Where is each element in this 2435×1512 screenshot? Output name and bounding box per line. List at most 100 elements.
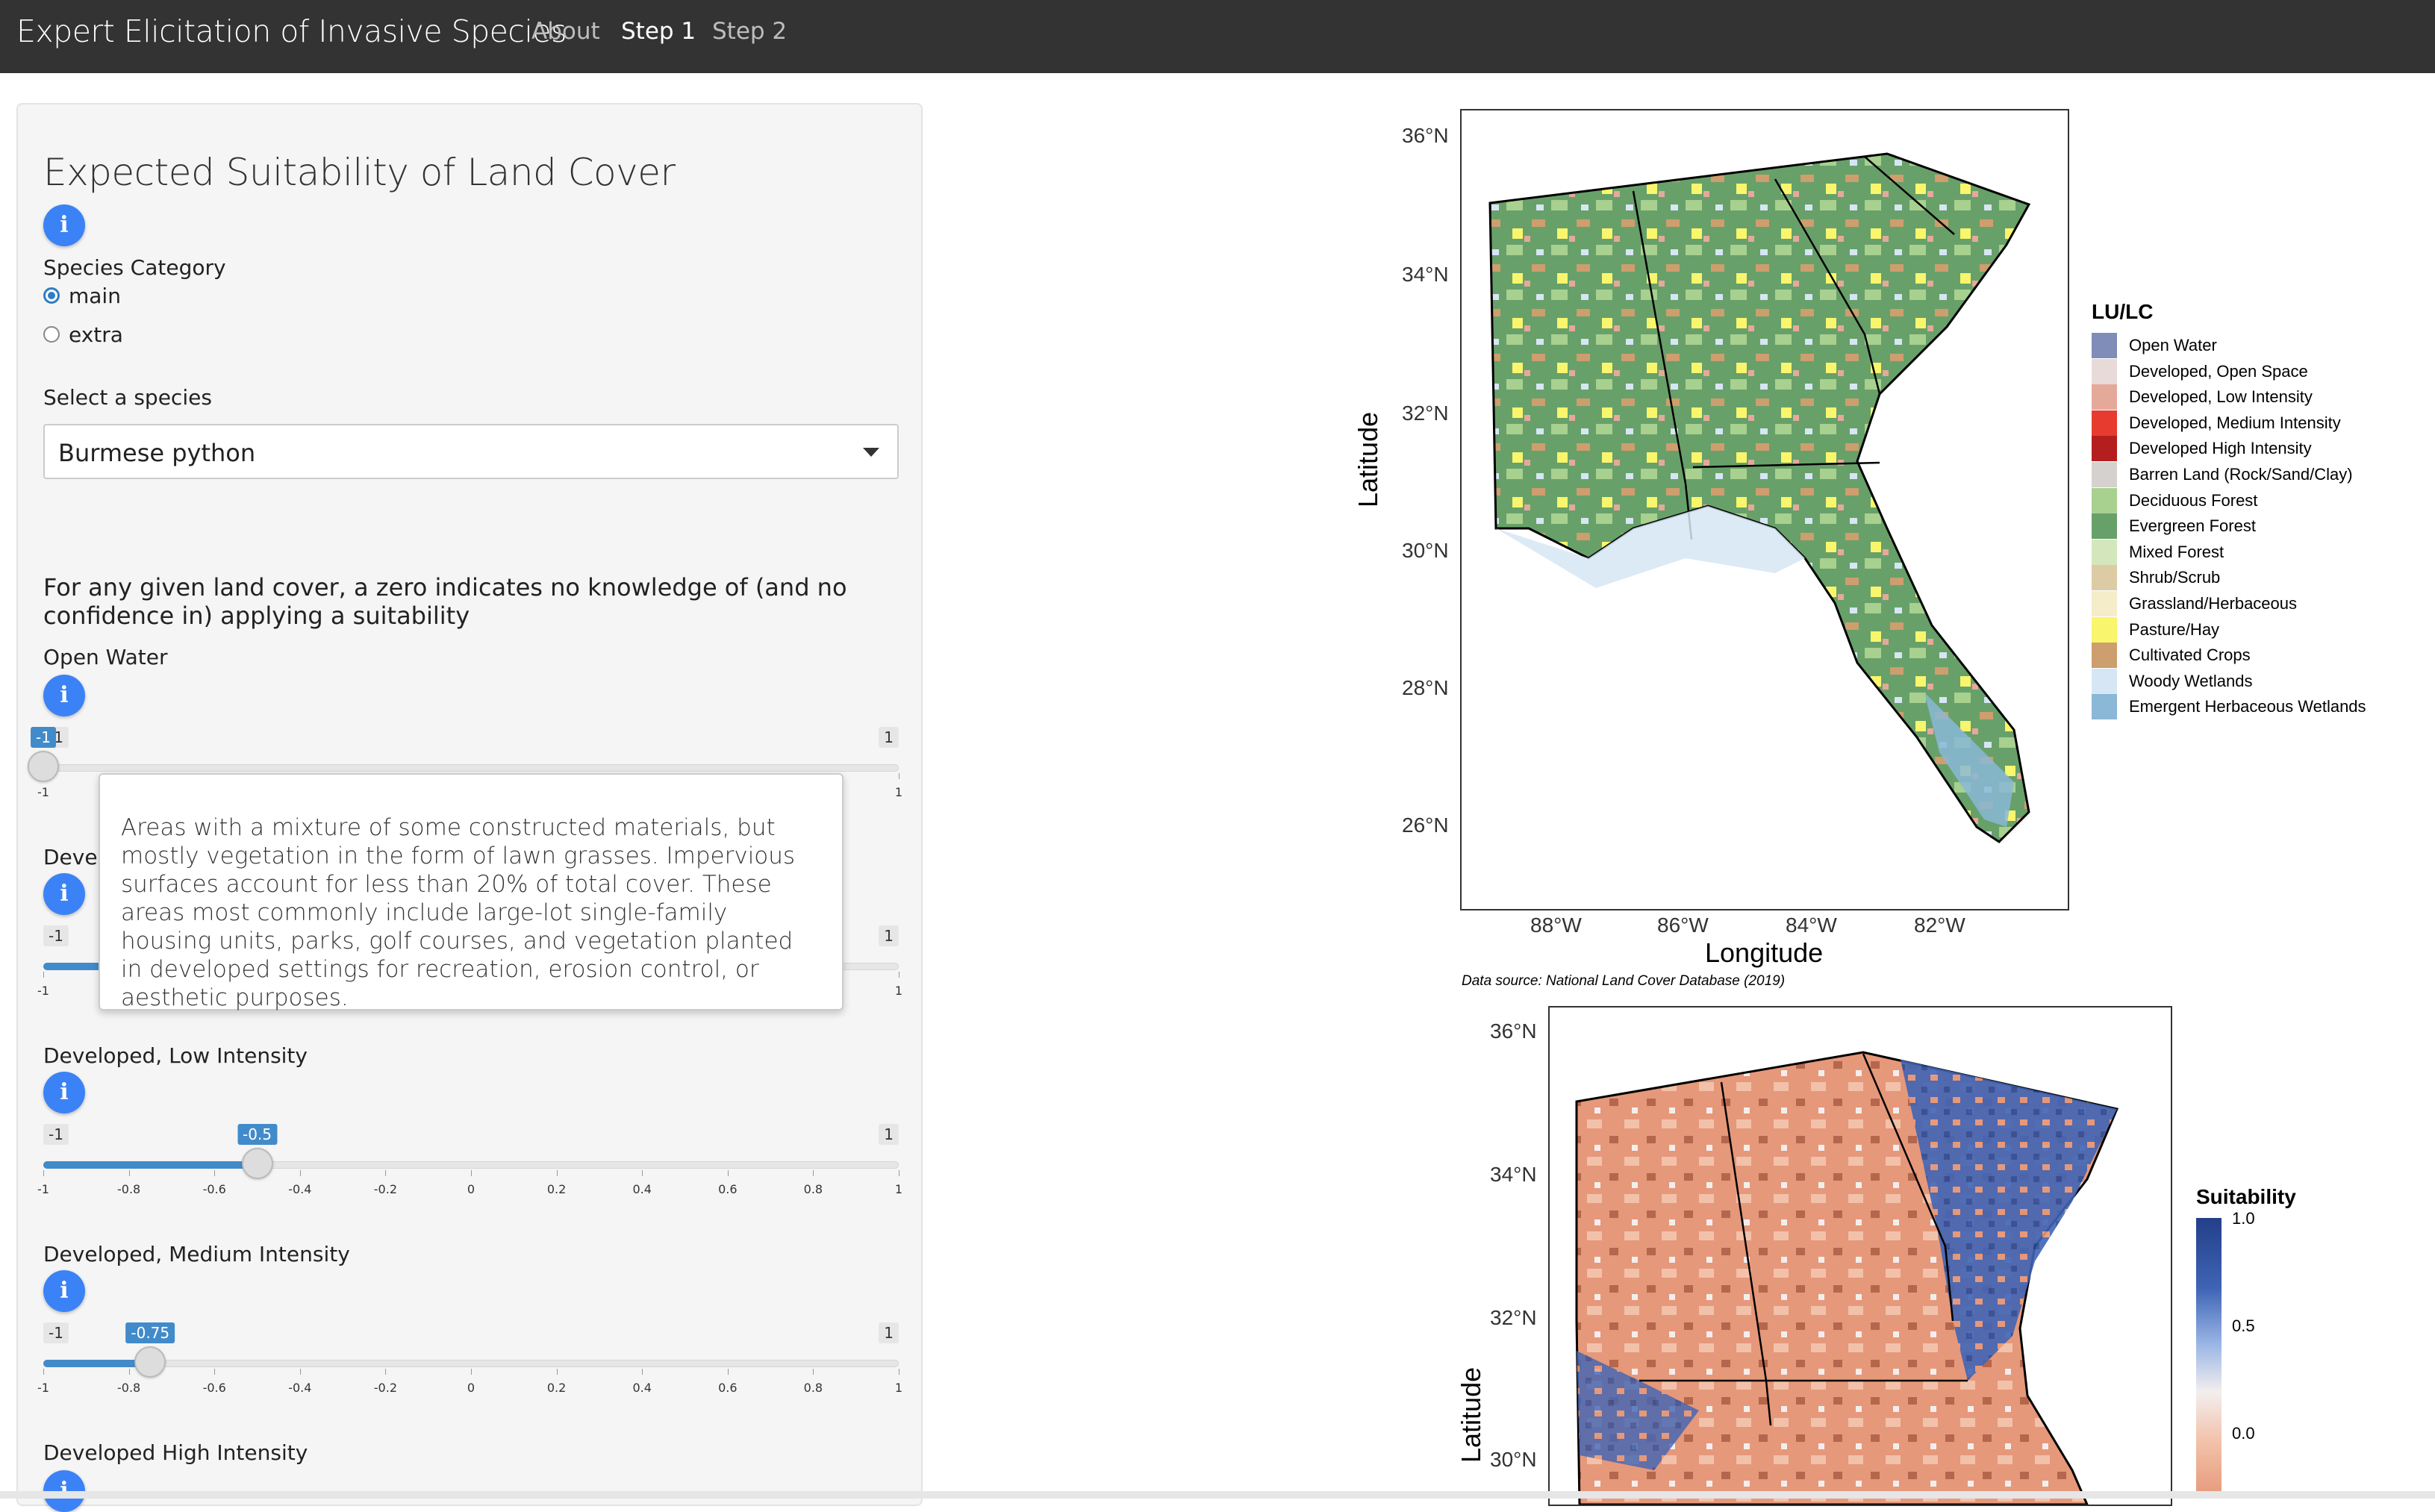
slider-developed-medium[interactable]: -1 1 -0.75 -1 -0.8 -0.6 -0.4 -0.2 0 0.2 0.4 0.6 0.8 1 bbox=[37, 1322, 902, 1405]
legend-swatch bbox=[2092, 643, 2117, 669]
slider-value-label: -1 bbox=[31, 727, 56, 748]
legend-item: Cultivated Crops bbox=[2092, 643, 2251, 669]
legend-label: Deciduous Forest bbox=[2129, 490, 2258, 510]
legend-swatch bbox=[2092, 410, 2117, 436]
nav-step-1[interactable]: Step 1 bbox=[621, 18, 696, 45]
lat-tick: 34°N bbox=[1490, 1163, 1537, 1186]
info-icon[interactable]: i bbox=[43, 675, 85, 716]
species-select[interactable]: Burmese python bbox=[43, 424, 899, 479]
legend-swatch bbox=[2092, 513, 2117, 540]
suitability-map bbox=[1548, 1006, 2172, 1506]
nav-about[interactable]: About bbox=[531, 18, 600, 45]
slider-max-label: 1 bbox=[879, 727, 899, 748]
select-species-label: Select a species bbox=[43, 385, 212, 410]
slider-tick bbox=[385, 1170, 387, 1176]
info-icon[interactable]: i bbox=[43, 204, 85, 246]
panel-title: Expected Suitability of Land Cover bbox=[43, 151, 676, 194]
slider-tick-label: 0.4 bbox=[632, 1182, 652, 1196]
legend-item: Developed, Medium Intensity bbox=[2092, 410, 2341, 436]
slider-tick-label: 0.2 bbox=[546, 1381, 567, 1395]
slider-tick bbox=[899, 773, 900, 779]
nav-step-2[interactable]: Step 2 bbox=[712, 18, 787, 45]
slider-handle[interactable] bbox=[134, 1346, 166, 1378]
lon-tick: 86°W bbox=[1657, 913, 1709, 937]
legend-label: Pasture/Hay bbox=[2129, 619, 2220, 639]
radio-label-main: main bbox=[69, 283, 121, 308]
slider-tick bbox=[43, 972, 44, 978]
slider-tick-label: -0.4 bbox=[288, 1381, 312, 1395]
slider-max-label: 1 bbox=[879, 925, 899, 946]
legend-swatch bbox=[2092, 668, 2117, 694]
slider-tick bbox=[214, 1170, 216, 1176]
slider-min-label: -1 bbox=[43, 1322, 69, 1343]
slider-tick bbox=[43, 1170, 44, 1176]
suitability-description: For any given land cover, a zero indicat… bbox=[43, 573, 847, 630]
slider-value-label: -0.5 bbox=[237, 1124, 278, 1145]
slider-handle[interactable] bbox=[28, 751, 59, 782]
slider-min-label: -1 bbox=[43, 925, 69, 946]
legend-swatch bbox=[2092, 539, 2117, 565]
slider-tick-label: -0.6 bbox=[202, 1182, 226, 1196]
data-source-caption: Data source: National Land Cover Databas… bbox=[1462, 973, 1786, 989]
slider-track[interactable] bbox=[43, 764, 899, 772]
radio-checked-icon[interactable] bbox=[43, 287, 60, 304]
legend-swatch bbox=[2092, 333, 2117, 358]
slider-tick bbox=[128, 1170, 130, 1176]
lat-tick: 34°N bbox=[1402, 263, 1449, 286]
legend-swatch bbox=[2092, 358, 2117, 384]
slider-tick bbox=[556, 1369, 558, 1375]
slider-tick bbox=[727, 1170, 729, 1176]
slider-tick-label: -1 bbox=[37, 1381, 49, 1395]
navbar: Expert Elicitation of Invasive Species A… bbox=[0, 0, 2435, 73]
slider-tick-label: -0.8 bbox=[116, 1381, 141, 1395]
info-icon[interactable]: i bbox=[43, 873, 85, 915]
legend-item: Pasture/Hay bbox=[2092, 616, 2220, 643]
slider-developed-low[interactable]: -1 1 -0.5 -1 -0.8 -0.6 -0.4 -0.2 0 0.2 0.4 0.6 0.8 1 bbox=[37, 1124, 903, 1206]
slider-tick-label: -0.2 bbox=[373, 1182, 397, 1196]
legend-swatch bbox=[2092, 384, 2117, 410]
legend-item: Woody Wetlands bbox=[2092, 668, 2253, 694]
colorbar-label: 1.0 bbox=[2232, 1209, 2255, 1228]
slider-tick-label: 0.6 bbox=[718, 1182, 738, 1196]
slider-max-label: 1 bbox=[879, 1322, 899, 1343]
lat-tick: 28°N bbox=[1402, 676, 1449, 699]
slider-tick-label: -0.4 bbox=[288, 1182, 312, 1196]
radio-main[interactable]: main bbox=[43, 282, 121, 309]
y-axis-title: Latitude bbox=[1353, 411, 1383, 507]
radio-extra[interactable]: extra bbox=[43, 321, 123, 348]
lon-tick: 84°W bbox=[1786, 913, 1837, 937]
colorbar-title: Suitability bbox=[2196, 1185, 2296, 1208]
slider-label-open-water: Open Water bbox=[43, 645, 168, 669]
legend-label: Shrub/Scrub bbox=[2129, 568, 2221, 587]
suitability-colorbar bbox=[2196, 1218, 2222, 1499]
slider-tick bbox=[299, 1170, 301, 1176]
slider-label-developed-high: Developed High Intensity bbox=[43, 1440, 308, 1465]
slider-tick-label: 1 bbox=[894, 785, 903, 799]
slider-track[interactable] bbox=[43, 1360, 899, 1367]
slider-tick bbox=[642, 1170, 643, 1176]
slider-handle[interactable] bbox=[241, 1148, 273, 1179]
lat-tick: 26°N bbox=[1402, 813, 1449, 837]
page-bottom-bar bbox=[0, 1491, 2435, 1499]
slider-min-label: -1 bbox=[43, 1124, 69, 1145]
legend-swatch bbox=[2092, 565, 2117, 591]
slider-tick-label: 1 bbox=[894, 1182, 903, 1196]
colorbar-label: 0.5 bbox=[2232, 1316, 2255, 1335]
legend-item: Developed, Low Intensity bbox=[2092, 384, 2313, 410]
slider-tick-label: 0.8 bbox=[803, 1381, 823, 1395]
legend-label: Developed, Low Intensity bbox=[2129, 387, 2313, 407]
slider-tick bbox=[471, 1170, 472, 1176]
legend-swatch bbox=[2092, 591, 2117, 616]
slider-tick bbox=[813, 1369, 814, 1375]
legend-swatch bbox=[2092, 487, 2117, 513]
slider-fill bbox=[43, 1161, 258, 1169]
radio-unchecked-icon[interactable] bbox=[43, 326, 60, 343]
info-icon[interactable]: i bbox=[43, 1270, 85, 1312]
info-icon[interactable]: i bbox=[43, 1072, 85, 1113]
lon-tick: 88°W bbox=[1530, 913, 1582, 937]
land-cover-tooltip: Areas with a mixture of some constructed… bbox=[99, 773, 844, 1011]
lat-tick: 32°N bbox=[1490, 1306, 1537, 1329]
legend-item: Shrub/Scrub bbox=[2092, 565, 2221, 591]
app-title[interactable]: Expert Elicitation of Invasive Species bbox=[16, 13, 567, 49]
chevron-down-icon[interactable] bbox=[863, 448, 879, 457]
